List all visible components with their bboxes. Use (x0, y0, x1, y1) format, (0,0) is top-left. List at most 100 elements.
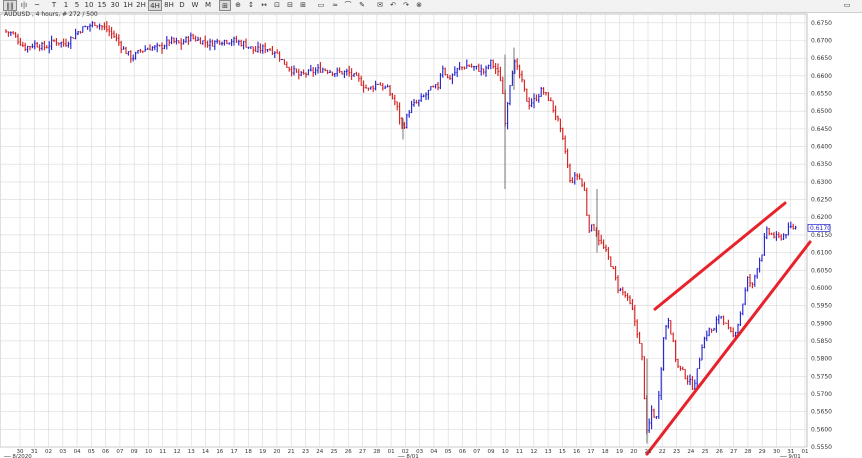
price-tick-label: 0.5850 (811, 338, 832, 345)
print-icon[interactable]: ✉ (374, 0, 386, 11)
day-tick-label: 12 (530, 449, 537, 455)
day-tick-label: 06 (459, 449, 466, 455)
day-tick-label: 16 (573, 449, 580, 455)
price-tick-label: 0.6500 (811, 108, 832, 115)
day-tick-label: 11 (159, 449, 166, 455)
day-tick-label: 19 (616, 449, 623, 455)
day-tick-label: 28 (373, 449, 380, 455)
day-tick-label: 21 (645, 449, 652, 455)
zoom-in-icon[interactable]: ⊞ (297, 0, 309, 11)
zoom-icon[interactable]: ⊡ (271, 0, 283, 11)
day-tick-label: 26 (716, 449, 723, 455)
day-tick-label: 27 (730, 449, 737, 455)
day-tick-label: 14 (202, 449, 209, 455)
price-tick-label: 0.6450 (811, 126, 832, 133)
toolbar-button-m[interactable]: M (202, 0, 214, 11)
toolbar-button-2h[interactable]: 2H (135, 0, 147, 11)
toolbar-button-w[interactable]: W (189, 0, 201, 11)
day-tick-label: 04 (74, 449, 81, 455)
price-tick-label: 0.6250 (811, 197, 832, 204)
zoom-out-icon[interactable]: ⊟ (284, 0, 296, 11)
ticker-label: AUDUSD , 4 hours, # 272 / 500 (4, 11, 98, 18)
price-tick-label: 0.6150 (811, 232, 832, 239)
day-tick-label: 26 (345, 449, 352, 455)
price-tick-label: 0.6000 (811, 285, 832, 292)
day-tick-label: 23 (673, 449, 680, 455)
price-tick-label: 0.5750 (811, 373, 832, 380)
pan-icon[interactable]: ↔ (258, 0, 270, 11)
toolbar-button-30[interactable]: 30 (109, 0, 121, 11)
toolbar-button-5[interactable]: 5 (72, 0, 82, 11)
day-tick-label: 11 (516, 449, 523, 455)
day-tick-label: 20 (273, 449, 280, 455)
day-tick-label: 18 (245, 449, 252, 455)
day-tick-label: 10 (502, 449, 509, 455)
current-price-label: 0.6170 (810, 225, 831, 232)
trendline-icon[interactable]: ≈ (329, 0, 341, 11)
day-tick-label: 05 (445, 449, 452, 455)
day-tick-label: 17 (587, 449, 594, 455)
month-label: ── 9/01 (779, 454, 801, 458)
price-tick-label: 0.5600 (811, 426, 832, 433)
crosshair-icon[interactable]: ⊞ (219, 0, 231, 11)
pen-icon[interactable]: ✎ (355, 0, 369, 11)
price-axis: 0.6750 0.6700 0.6650 0.6600 0.6550 0.6500 0.64… (807, 20, 832, 451)
reset-icon[interactable]: ⊗ (413, 0, 425, 11)
price-tick-label: 0.5550 (811, 444, 832, 451)
move-icon[interactable]: ↕ (245, 0, 257, 11)
price-tick-label: 0.6050 (811, 267, 832, 274)
price-tick-label: 0.6700 (811, 38, 832, 45)
toolbar-button-4h[interactable]: 4H (148, 0, 162, 11)
day-tick-label: 10 (145, 449, 152, 455)
day-tick-label: 25 (702, 449, 709, 455)
window-icon[interactable]: ▭ (840, 0, 854, 11)
chart-toolbar: ‖‖ ı|ı ~ T 1 5 10 15 30 1H 2H 4H 8H D W M ⊞ ⊕ ↕ ↔ ⊡ ⊟ ⊞ ▭ ≈ ⌒ ✎ ✉ ↶ ↷… (0, 0, 862, 13)
day-tick-label: 29 (759, 449, 766, 455)
price-tick-label: 0.6300 (811, 179, 832, 186)
toolbar-button-d[interactable]: D (176, 0, 188, 11)
day-tick-label: 05 (88, 449, 95, 455)
day-tick-label: 09 (488, 449, 495, 455)
day-tick-label: 24 (316, 449, 323, 455)
box-icon[interactable]: ▭ (314, 0, 328, 11)
toolbar-button-1h[interactable]: 1H (122, 0, 134, 11)
day-tick-label: 25 (331, 449, 338, 455)
day-tick-label: 13 (188, 449, 195, 455)
toolbar-button-1[interactable]: 1 (61, 0, 71, 11)
bars-icon[interactable]: ‖‖ (3, 0, 17, 11)
toolbar-button-8h[interactable]: 8H (163, 0, 175, 11)
price-chart[interactable]: 0.6750 0.6700 0.6650 0.6600 0.6550 0.6500 0.64… (0, 0, 862, 458)
day-tick-label: 27 (359, 449, 366, 455)
day-tick-label: 19 (259, 449, 266, 455)
grid-icon[interactable]: ⊕ (232, 0, 244, 11)
day-tick-label: 09 (131, 449, 138, 455)
undo-icon[interactable]: ↶ (387, 0, 399, 11)
price-tick-label: 0.6200 (811, 214, 832, 221)
day-tick-label: 06 (102, 449, 109, 455)
redo-icon[interactable]: ↷ (400, 0, 412, 11)
toolbar-button-15[interactable]: 15 (96, 0, 108, 11)
price-tick-label: 0.6550 (811, 91, 832, 98)
day-tick-label: 16 (216, 449, 223, 455)
chart-grid (0, 13, 808, 448)
price-tick-label: 0.5800 (811, 356, 832, 363)
day-tick-label: 07 (116, 449, 123, 455)
month-label: ── 8/2020 (3, 454, 32, 458)
toolbar-button-10[interactable]: 10 (83, 0, 95, 11)
day-tick-label: 02 (45, 449, 52, 455)
day-tick-label: 28 (744, 449, 751, 455)
toolbar-button-t[interactable]: T (48, 0, 60, 11)
ohlc-icon[interactable]: ı|ı (18, 0, 30, 11)
line-icon[interactable]: ~ (31, 0, 43, 11)
price-tick-label: 0.6100 (811, 250, 832, 257)
day-tick-label: 13 (545, 449, 552, 455)
day-tick-label: 12 (174, 449, 181, 455)
day-tick-label: 20 (630, 449, 637, 455)
day-tick-label: 21 (288, 449, 295, 455)
day-tick-label: 17 (231, 449, 238, 455)
arc-icon[interactable]: ⌒ (342, 0, 354, 11)
plot-area (0, 13, 808, 448)
day-tick-label: 04 (430, 449, 437, 455)
month-label: ── 8/01 (397, 454, 419, 458)
price-tick-label: 0.5900 (811, 320, 832, 327)
